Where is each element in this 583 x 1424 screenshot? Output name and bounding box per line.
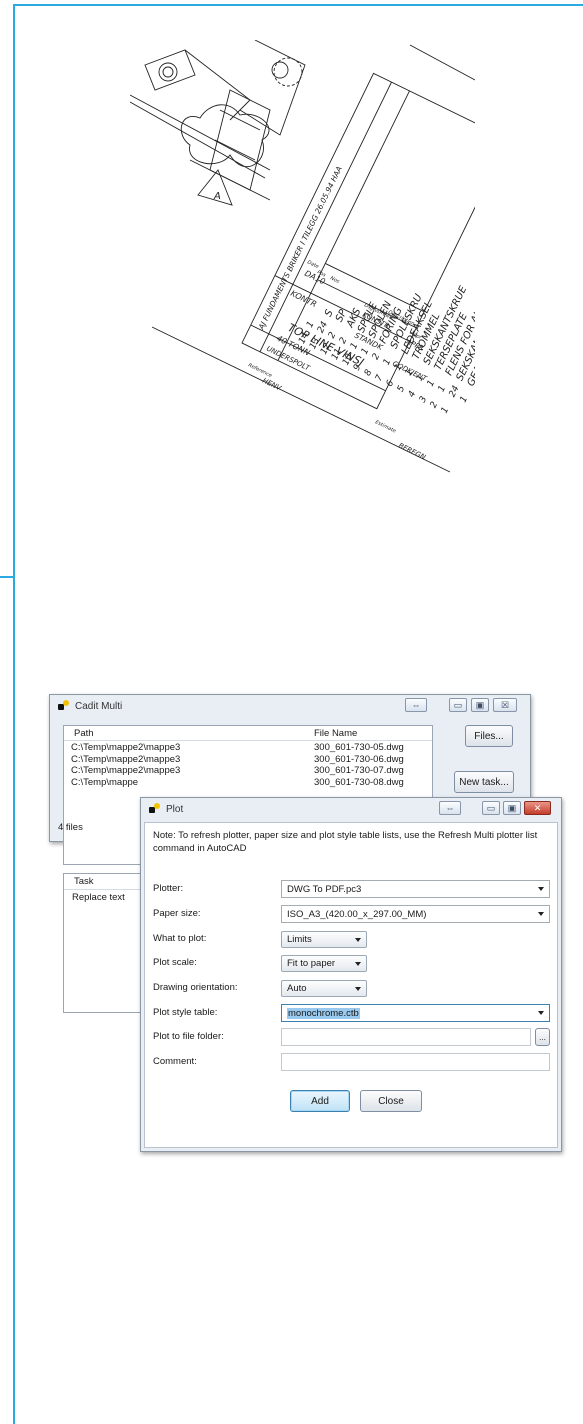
- frame-top-line: [13, 4, 583, 6]
- frame-left-line: [13, 4, 15, 1424]
- paper-size-label: Paper size:: [153, 908, 201, 919]
- plot-folder-label: Plot to file folder:: [153, 1031, 224, 1042]
- file-list-header: Path File Name: [64, 726, 432, 741]
- file-path-cell: C:\Temp\mappe2\mappe3: [71, 742, 181, 753]
- minimize-button[interactable]: ▭: [449, 698, 467, 712]
- browse-folder-button[interactable]: ...: [535, 1028, 550, 1046]
- table-row[interactable]: C:\Temp\mappe2\mappe3 300_601-730-07.dwg: [64, 765, 432, 777]
- cadit-app-icon: [58, 700, 70, 712]
- plot-style-label: Plot style table:: [153, 1007, 218, 1018]
- chevron-down-icon: [538, 887, 544, 891]
- plotter-label: Plotter:: [153, 883, 184, 894]
- reference-value: HENV: [261, 377, 283, 393]
- parts-pos-cell: 3: [418, 395, 430, 405]
- chevron-down-icon: [355, 938, 361, 942]
- orientation-value: Auto: [287, 983, 307, 994]
- parts-pos-cell: 5: [396, 384, 408, 394]
- file-name-cell: 300_601-730-07.dwg: [314, 765, 404, 776]
- parts-pos-cell: 2: [429, 400, 441, 410]
- chevron-down-icon: [538, 912, 544, 916]
- cadit-titlebar: Cadit Multi ⇔ ▭ ▣ ☒: [50, 695, 530, 717]
- plot-style-value: monochrome.ctb: [287, 1007, 360, 1019]
- chevron-down-icon: [355, 987, 361, 991]
- table-row[interactable]: C:\Temp\mappe2\mappe3 300_601-730-06.dwg: [64, 754, 432, 766]
- new-task-button[interactable]: New task...: [454, 771, 514, 793]
- konstr-label: KONTR: [289, 289, 318, 309]
- parts-pos-cell: 8: [363, 368, 375, 378]
- chevron-down-icon: [538, 1011, 544, 1015]
- comment-label: Comment:: [153, 1056, 197, 1067]
- plotter-select[interactable]: DWG To PDF.pc3: [281, 880, 550, 898]
- table-row[interactable]: C:\Temp\mappe 300_601-730-08.dwg: [64, 777, 432, 789]
- col-path-header[interactable]: Path: [74, 728, 94, 739]
- status-file-count: 4 files: [58, 822, 83, 833]
- file-path-cell: C:\Temp\mappe: [71, 776, 139, 788]
- file-name-cell: 300_601-730-05.dwg: [314, 742, 404, 753]
- minimize-button[interactable]: ▭: [482, 801, 500, 815]
- plot-scale-select[interactable]: Fit to paper: [281, 955, 367, 972]
- chevron-down-icon: [355, 962, 361, 966]
- cad-drawing-illustration: 14 1 13 24 S 12 2 SP 11 2 AKS 10 1 SPOLE 9 1 SPOLEN 8 2 FOR…: [129, 39, 509, 480]
- reference-label: Reference: [247, 362, 273, 379]
- cad-drawing-svg: 1411324S122SP112AKS101SPOLE91SPOLEN82FOR…: [129, 39, 509, 473]
- plot-titlebar: Plot ⇔ ▭ ▣ ✕: [141, 798, 561, 820]
- comment-input[interactable]: [281, 1053, 550, 1071]
- parts-qty-cell: 1: [437, 384, 449, 394]
- file-name-cell: 300_601-730-06.dwg: [314, 753, 404, 765]
- swap-arrows-icon[interactable]: ⇔: [439, 801, 461, 815]
- note-text: Note: To refresh plotter, paper size and…: [153, 830, 538, 854]
- orientation-label: Drawing orientation:: [153, 982, 238, 993]
- paper-size-value: ISO_A3_(420.00_x_297.00_MM): [287, 908, 427, 920]
- plot-app-icon: [149, 803, 161, 815]
- close-button[interactable]: ✕: [524, 801, 551, 815]
- plot-title: Plot: [166, 803, 184, 815]
- orientation-select[interactable]: Auto: [281, 980, 367, 997]
- close-button[interactable]: ☒: [493, 698, 517, 712]
- parts-pos-cell: 7: [374, 373, 386, 383]
- drawing-vertical-title: AJ FUNDAMENTS BRIKER I TILEGG 26.05.94 H…: [256, 165, 344, 332]
- what-to-plot-label: What to plot:: [153, 933, 207, 944]
- plot-folder-input[interactable]: [281, 1028, 531, 1046]
- file-name-cell: 300_601-730-08.dwg: [314, 776, 404, 788]
- header-nos: Nos: [329, 275, 340, 285]
- what-to-plot-value: Limits: [287, 934, 312, 945]
- task-header: Task: [74, 876, 94, 887]
- cadit-title: Cadit Multi: [75, 700, 123, 712]
- parts-pos-cell: 4: [407, 389, 419, 399]
- maximize-button[interactable]: ▣: [503, 801, 521, 815]
- task-item[interactable]: Replace text: [72, 892, 125, 903]
- what-to-plot-select[interactable]: Limits: [281, 931, 367, 948]
- swap-arrows-icon[interactable]: ⇔: [405, 698, 427, 712]
- files-button[interactable]: Files...: [465, 725, 513, 747]
- plot-scale-label: Plot scale:: [153, 957, 197, 968]
- parts-pos-cell: 1: [440, 406, 452, 416]
- plot-style-select[interactable]: monochrome.ctb: [281, 1004, 550, 1022]
- maximize-button[interactable]: ▣: [471, 698, 489, 712]
- paper-size-select[interactable]: ISO_A3_(420.00_x_297.00_MM): [281, 905, 550, 923]
- col-file-header[interactable]: File Name: [314, 728, 357, 739]
- section-marker-label: A: [213, 191, 221, 202]
- plot-scale-value: Fit to paper: [287, 958, 336, 969]
- table-row[interactable]: C:\Temp\mappe2\mappe3 300_601-730-05.dwg: [64, 742, 432, 754]
- plotter-value: DWG To PDF.pc3: [287, 883, 362, 895]
- frame-notch-line: [0, 576, 15, 578]
- estimate-label: Estimate: [374, 419, 396, 434]
- close-dialog-button[interactable]: Close: [360, 1090, 422, 1112]
- add-button[interactable]: Add: [290, 1090, 350, 1112]
- parts-qty-cell: 2: [371, 352, 383, 362]
- estimate-value: BEREGN: [397, 442, 427, 462]
- file-path-cell: C:\Temp\mappe2\mappe3: [71, 753, 181, 765]
- parts-qty-cell: 1: [426, 379, 438, 389]
- plot-dialog: Plot ⇔ ▭ ▣ ✕ Note: To refresh plotter, p…: [140, 797, 562, 1152]
- parts-qty-cell: 1: [459, 395, 471, 405]
- file-path-cell: C:\Temp\mappe2\mappe3: [71, 765, 181, 776]
- plot-body: Note: To refresh plotter, paper size and…: [144, 822, 558, 1148]
